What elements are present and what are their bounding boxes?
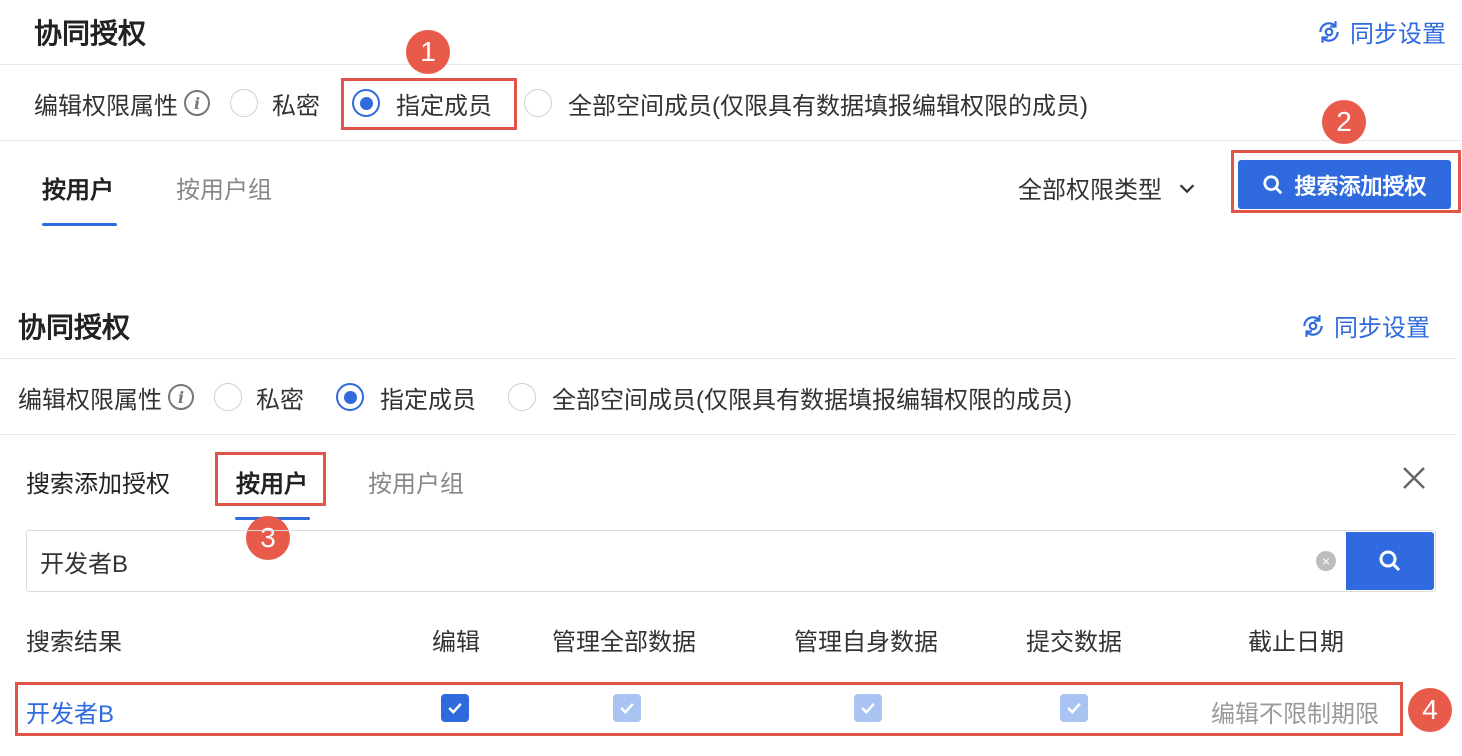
top-tab-by-user[interactable]: 按用户 xyxy=(42,170,114,205)
col-manage-all-data: 管理全部数据 xyxy=(552,629,696,656)
annotation-box-4 xyxy=(15,682,1403,736)
radio-private[interactable] xyxy=(214,383,242,411)
permission-type-filter[interactable]: 全部权限类型 xyxy=(1018,170,1198,205)
annotation-badge-2: 2 xyxy=(1322,100,1366,144)
col-submit-data: 提交数据 xyxy=(1026,629,1122,656)
clear-icon[interactable]: × xyxy=(1316,551,1336,571)
annotation-box-1 xyxy=(341,78,517,130)
permission-type-filter-label: 全部权限类型 xyxy=(1018,177,1162,204)
col-search-result: 搜索结果 xyxy=(26,629,122,656)
bottom-sync-settings-link[interactable]: 同步设置 xyxy=(1300,308,1430,343)
user-search-input[interactable] xyxy=(28,532,1308,590)
chevron-down-icon xyxy=(1179,183,1195,193)
radio-private-label: 私密 xyxy=(256,386,304,414)
top-tab-by-user-group[interactable]: 按用户组 xyxy=(176,170,272,205)
bottom-radio-specified-members[interactable]: 指定成员 xyxy=(336,380,476,414)
col-manage-own-data: 管理自身数据 xyxy=(794,629,938,656)
close-icon[interactable] xyxy=(1402,466,1426,490)
top-sync-settings-link[interactable]: 同步设置 xyxy=(1316,14,1446,49)
bottom-radio-all-members[interactable]: 全部空间成员(仅限具有数据填报编辑权限的成员) xyxy=(508,380,1072,414)
search-submit-button[interactable] xyxy=(1346,532,1434,590)
sync-settings-label: 同步设置 xyxy=(1350,21,1446,48)
bottom-permission-row: 编辑权限属性 i xyxy=(18,380,194,414)
col-edit: 编辑 xyxy=(432,629,480,656)
radio-private[interactable] xyxy=(230,89,258,117)
annotation-box-3 xyxy=(215,452,326,506)
radio-specified-members[interactable] xyxy=(336,383,364,411)
radio-private-label: 私密 xyxy=(272,92,320,120)
annotation-box-2 xyxy=(1231,150,1461,213)
radio-specified-members-label: 指定成员 xyxy=(380,386,476,414)
info-icon[interactable]: i xyxy=(184,90,210,116)
radio-all-members[interactable] xyxy=(508,383,536,411)
sync-icon xyxy=(1303,314,1323,337)
bottom-radio-private[interactable]: 私密 xyxy=(214,380,304,414)
radio-all-members-label: 全部空间成员(仅限具有数据填报编辑权限的成员) xyxy=(568,92,1088,120)
info-icon[interactable]: i xyxy=(168,384,194,410)
search-icon xyxy=(1379,550,1401,572)
top-section-title: 协同授权 xyxy=(34,18,147,49)
annotation-badge-1: 1 xyxy=(406,30,450,74)
annotation-badge-4: 4 xyxy=(1408,688,1452,732)
top-radio-all-members[interactable]: 全部空间成员(仅限具有数据填报编辑权限的成员) xyxy=(524,86,1088,120)
col-deadline: 截止日期 xyxy=(1248,629,1344,656)
sync-settings-label: 同步设置 xyxy=(1334,315,1430,342)
bottom-tab-by-user-group[interactable]: 按用户组 xyxy=(368,464,464,499)
permission-attribute-label: 编辑权限属性 xyxy=(18,386,162,414)
radio-all-members[interactable] xyxy=(524,89,552,117)
permission-attribute-label: 编辑权限属性 xyxy=(34,92,178,120)
search-add-panel-title: 搜索添加授权 xyxy=(26,471,170,498)
radio-all-members-label: 全部空间成员(仅限具有数据填报编辑权限的成员) xyxy=(552,386,1072,414)
bottom-section-title: 协同授权 xyxy=(18,312,131,343)
top-radio-private[interactable]: 私密 xyxy=(230,86,320,120)
top-permission-row: 编辑权限属性 i xyxy=(34,86,210,120)
sync-icon xyxy=(1319,20,1339,43)
